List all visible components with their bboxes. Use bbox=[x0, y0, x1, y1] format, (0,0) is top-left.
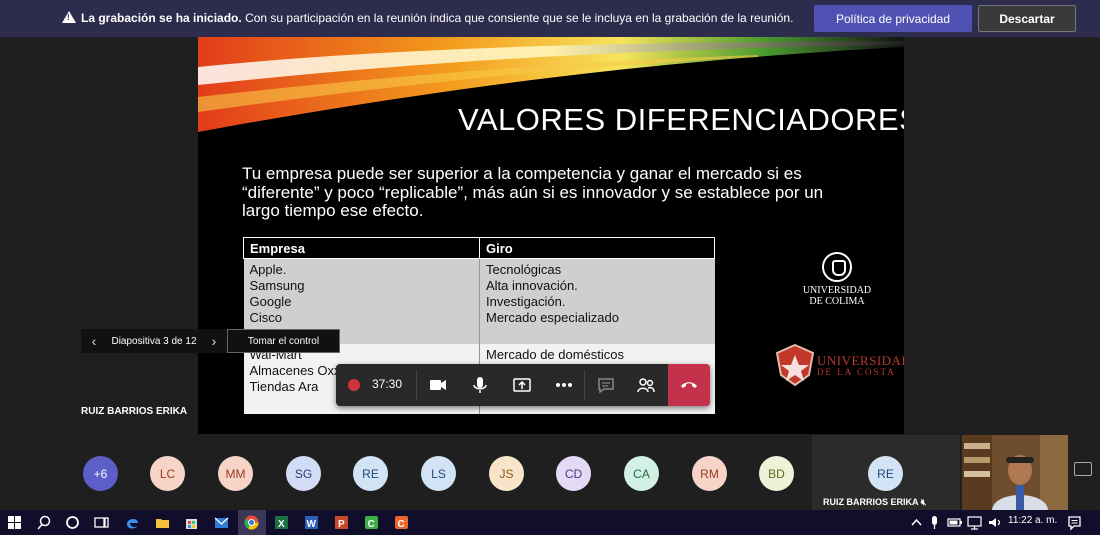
call-timer: 37:30 bbox=[372, 377, 403, 391]
svg-text:P: P bbox=[338, 519, 345, 530]
share-screen-icon[interactable] bbox=[512, 375, 532, 395]
chevron-up-icon[interactable] bbox=[908, 514, 925, 531]
slide-counter: Diapositiva 3 de 12 bbox=[111, 335, 197, 347]
participant-avatar[interactable]: CA bbox=[624, 456, 659, 491]
participant-avatar[interactable]: RM bbox=[692, 456, 727, 491]
powerpoint-icon[interactable]: P bbox=[333, 514, 350, 531]
participant-avatar[interactable]: LC bbox=[150, 456, 185, 491]
taskbar-clock[interactable]: 11:22 a. m. bbox=[1008, 515, 1057, 526]
video-toggle-icon[interactable] bbox=[1074, 462, 1092, 476]
svg-text:C: C bbox=[398, 519, 405, 530]
cell-line: Apple. bbox=[249, 262, 287, 277]
recorder-icon[interactable]: C bbox=[393, 514, 410, 531]
participant-avatar[interactable]: BD bbox=[759, 456, 794, 491]
participant-avatar[interactable]: MM bbox=[218, 456, 253, 491]
battery-icon[interactable] bbox=[946, 514, 963, 531]
store-icon[interactable] bbox=[183, 514, 200, 531]
slide-navigator: ‹ Diapositiva 3 de 12 › bbox=[81, 329, 227, 353]
microphone-icon[interactable] bbox=[470, 375, 490, 395]
costa-logo-line2: DE LA COSTA bbox=[817, 367, 896, 377]
search-icon[interactable] bbox=[36, 514, 53, 531]
slide-title: VALORES DIFERENCIADORES bbox=[458, 102, 904, 137]
call-control-bar: 37:30 bbox=[336, 364, 710, 406]
svg-text:W: W bbox=[307, 519, 317, 530]
divider bbox=[584, 370, 585, 400]
participant-avatar[interactable]: LS bbox=[421, 456, 456, 491]
cell-line: Samsung bbox=[249, 278, 305, 293]
camera-icon[interactable] bbox=[428, 375, 448, 395]
hang-up-button[interactable] bbox=[668, 364, 710, 406]
chrome-icon[interactable] bbox=[243, 514, 260, 531]
participant-avatar[interactable]: SG bbox=[286, 456, 321, 491]
cell-line: Mercado especializado bbox=[486, 310, 619, 325]
participant-avatar[interactable]: JS bbox=[489, 456, 524, 491]
file-explorer-icon[interactable] bbox=[154, 514, 171, 531]
recording-message-text: Con su participación en la reunión indic… bbox=[245, 11, 794, 25]
cell-line: Alta innovación. bbox=[486, 278, 578, 293]
more-participants-button[interactable]: +6 bbox=[83, 456, 118, 491]
next-slide-chevron-icon[interactable]: › bbox=[201, 333, 227, 349]
universidad-costa-logo: UNIVERSIDAD DE LA COSTA bbox=[775, 341, 904, 389]
divider bbox=[416, 370, 417, 400]
hang-up-icon bbox=[681, 382, 697, 388]
more-actions-icon[interactable] bbox=[554, 375, 574, 395]
volume-icon[interactable] bbox=[986, 514, 1003, 531]
task-view-icon[interactable] bbox=[93, 514, 110, 531]
camtasia-icon[interactable]: C bbox=[363, 514, 380, 531]
participant-avatar[interactable]: RE bbox=[353, 456, 388, 491]
recording-indicator-icon bbox=[348, 379, 360, 391]
table-cell: Tecnológicas Alta innovación. Investigac… bbox=[479, 258, 715, 344]
svg-text:C: C bbox=[368, 519, 375, 530]
universidad-colima-logo: UNIVERSIDAD DE COLIMA bbox=[802, 252, 872, 307]
slide-body-text: Tu empresa puede ser superior a la compe… bbox=[242, 164, 824, 220]
network-icon[interactable] bbox=[966, 514, 983, 531]
self-avatar: RE bbox=[868, 456, 903, 491]
table-header-empresa: Empresa bbox=[243, 237, 480, 259]
notifications-icon[interactable] bbox=[1066, 514, 1083, 531]
participants-icon[interactable] bbox=[636, 375, 656, 395]
excel-icon[interactable]: X bbox=[273, 514, 290, 531]
recording-message-bold: La grabación se ha iniciado. bbox=[81, 11, 242, 25]
previous-slide-chevron-icon[interactable]: ‹ bbox=[81, 333, 107, 349]
cell-line: Investigación. bbox=[486, 294, 566, 309]
microphone-tray-icon[interactable] bbox=[926, 514, 943, 531]
chat-icon[interactable] bbox=[596, 375, 616, 395]
presenter-name: RUIZ BARRIOS ERIKA bbox=[81, 406, 188, 417]
cortana-icon[interactable] bbox=[64, 514, 81, 531]
take-control-button[interactable]: Tomar el control bbox=[227, 329, 340, 353]
self-name-text: RUIZ BARRIOS ERIKA bbox=[823, 497, 919, 507]
colima-logo-line2: DE COLIMA bbox=[809, 296, 865, 307]
colima-logo-line1: UNIVERSIDAD bbox=[802, 285, 872, 296]
participant-avatar[interactable]: CD bbox=[556, 456, 591, 491]
svg-text:X: X bbox=[278, 519, 285, 530]
edge-icon[interactable] bbox=[124, 514, 141, 531]
cell-line: Google bbox=[249, 294, 292, 309]
self-video-feed bbox=[962, 435, 1068, 510]
cell-line: Cisco bbox=[249, 310, 283, 325]
colima-seal-icon bbox=[822, 252, 852, 282]
mic-muted-icon: 🔇︎ bbox=[920, 497, 927, 507]
word-icon[interactable]: W bbox=[303, 514, 320, 531]
privacy-policy-button[interactable]: Política de privacidad bbox=[814, 5, 972, 32]
dismiss-button[interactable]: Descartar bbox=[978, 5, 1076, 32]
warning-icon bbox=[62, 11, 76, 23]
costa-shield-icon bbox=[775, 343, 815, 387]
video-person-image bbox=[962, 435, 1068, 510]
table-header-giro: Giro bbox=[479, 237, 715, 259]
windows-taskbar: X W P C C bbox=[0, 510, 1100, 535]
recording-message: La grabación se ha iniciado. Con su part… bbox=[81, 11, 793, 25]
cell-line: Tecnológicas bbox=[486, 262, 562, 277]
mail-icon[interactable] bbox=[213, 514, 230, 531]
windows-start-icon[interactable] bbox=[6, 514, 23, 531]
recording-banner: La grabación se ha iniciado. Con su part… bbox=[0, 0, 1100, 37]
cell-line: Mercado de domésticos bbox=[486, 346, 625, 362]
self-participant-name: RUIZ BARRIOS ERIKA 🔇︎ bbox=[823, 497, 926, 508]
